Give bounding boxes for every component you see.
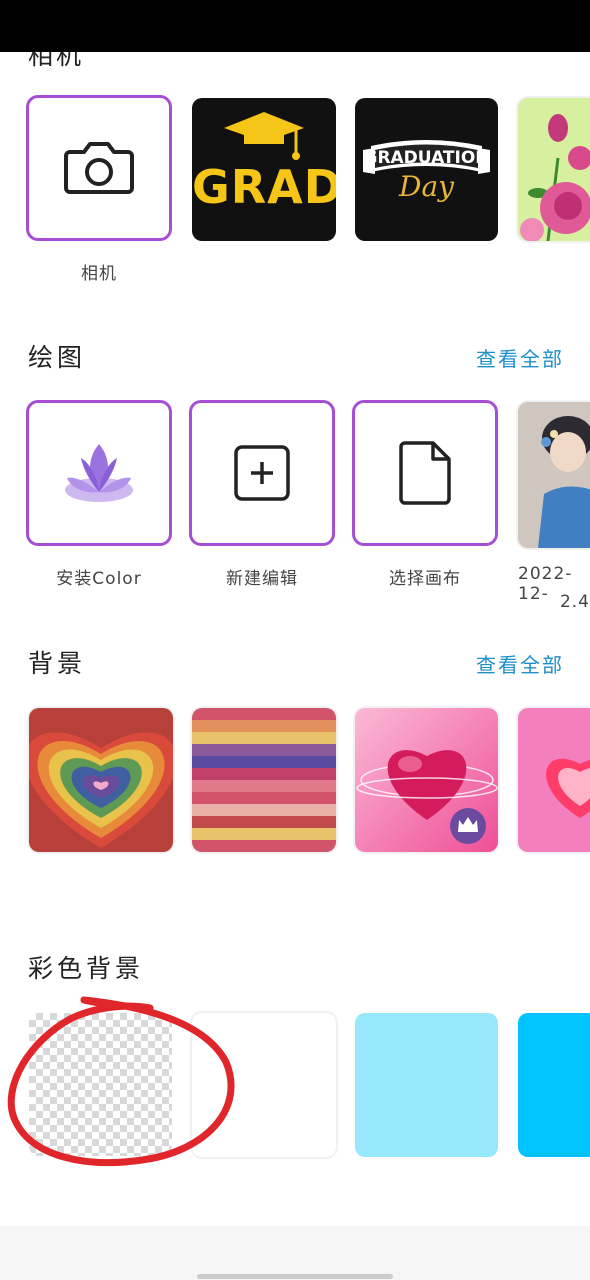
pink-heart-background[interactable]: [518, 708, 590, 852]
drawing-view-all-link[interactable]: 查看全部: [476, 343, 564, 372]
day-text: Day: [399, 170, 454, 203]
install-color-tile[interactable]: [26, 400, 172, 546]
add-square-icon: [234, 445, 290, 501]
bottom-bar: [0, 1226, 590, 1280]
light-blue-swatch[interactable]: [355, 1013, 498, 1157]
blue-swatch[interactable]: [518, 1013, 590, 1157]
choose-canvas-tile[interactable]: [352, 400, 498, 546]
color-background-section-title: 彩色背景: [28, 954, 145, 983]
stripes-background[interactable]: [192, 708, 336, 852]
rainbow-heart-icon: [29, 708, 173, 852]
transparent-swatch[interactable]: [29, 1013, 172, 1156]
status-bar: [0, 0, 590, 52]
document-icon: [399, 441, 451, 505]
recent-drawing-time: 2.4: [559, 592, 590, 612]
grad-text: GRAD: [192, 160, 336, 214]
drawing-section-title: 绘图: [28, 343, 87, 372]
camera-label: 相机: [81, 264, 117, 284]
rainbow-heart-background[interactable]: [29, 708, 173, 852]
white-swatch[interactable]: [192, 1013, 336, 1157]
new-edit-label: 新建编辑: [226, 569, 298, 589]
choose-canvas-label: 选择画布: [389, 569, 461, 589]
pink-heart-icon: [518, 708, 590, 852]
background-section-title: 背景: [28, 649, 87, 678]
flowers-icon: [520, 114, 590, 241]
flower-sticker[interactable]: [518, 98, 590, 241]
home-indicator[interactable]: [197, 1274, 393, 1279]
camera-tile[interactable]: [26, 95, 172, 241]
photo-thumbnail-icon: [518, 402, 590, 548]
rainbow-stripes-icon: [192, 708, 336, 852]
graduation-day-sticker[interactable]: GRADUATION Day: [355, 98, 498, 241]
grad-sticker[interactable]: GRAD: [192, 98, 336, 241]
background-view-all-link[interactable]: 查看全部: [476, 649, 564, 678]
install-color-label: 安装Color: [56, 569, 142, 589]
lotus-icon: [65, 444, 133, 502]
recent-drawing-thumbnail[interactable]: [518, 402, 590, 548]
camera-icon: [64, 142, 134, 194]
graduation-text: GRADUATION: [363, 148, 490, 168]
new-edit-tile[interactable]: [189, 400, 335, 546]
glossy-heart-icon: [355, 708, 498, 852]
glossy-heart-background[interactable]: [355, 708, 498, 852]
